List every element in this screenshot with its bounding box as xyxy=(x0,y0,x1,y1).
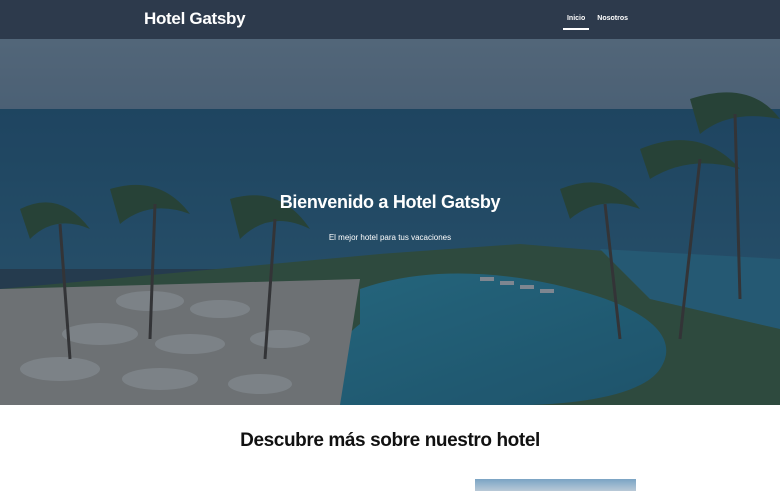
hero-banner: Bienvenido a Hotel Gatsby El mejor hotel… xyxy=(0,39,780,405)
hotel-thumbnail-image xyxy=(475,479,636,491)
nav-link-nosotros[interactable]: Nosotros xyxy=(593,13,632,30)
main-nav: Inicio Nosotros xyxy=(562,13,632,30)
hero-title: Bienvenido a Hotel Gatsby xyxy=(279,192,501,212)
site-header: Hotel Gatsby Inicio Nosotros xyxy=(0,0,780,39)
hero-subtitle: El mejor hotel para tus vacaciones xyxy=(328,233,452,242)
nav-link-inicio[interactable]: Inicio xyxy=(562,13,590,30)
site-logo[interactable]: Hotel Gatsby xyxy=(144,9,246,29)
hero-overlay xyxy=(0,39,780,405)
section-title: Descubre más sobre nuestro hotel xyxy=(240,430,540,451)
